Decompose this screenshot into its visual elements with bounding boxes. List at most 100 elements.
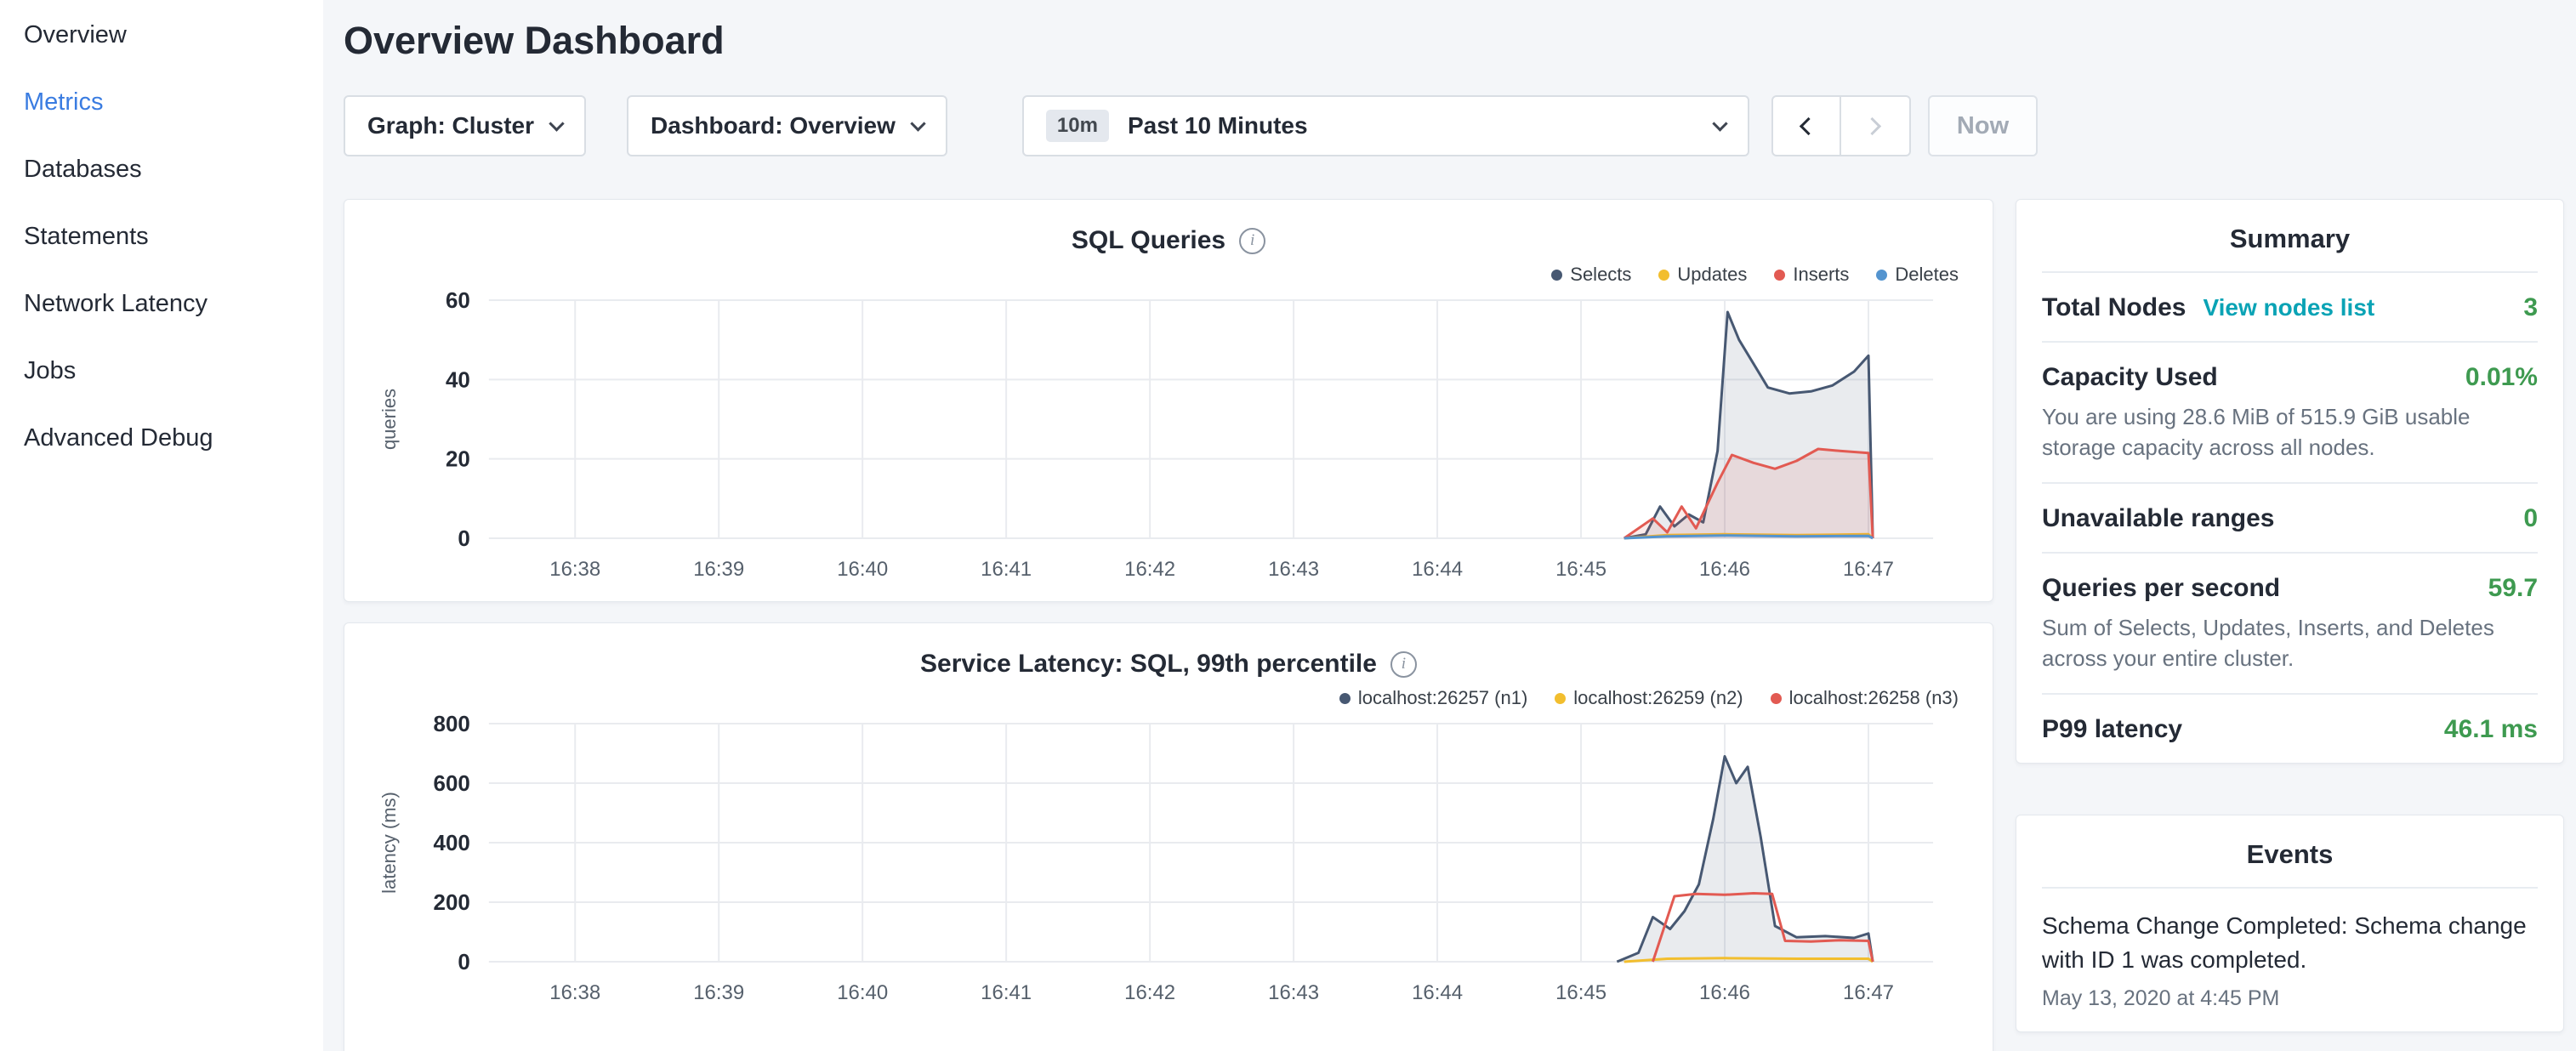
svg-text:16:40: 16:40 <box>837 558 888 581</box>
sql-queries-chart-plot[interactable]: 020406016:3816:3916:4016:4116:4216:4316:… <box>370 290 1967 588</box>
legend-label: Deletes <box>1895 264 1959 286</box>
sql-queries-chart-card: SQL Queries i Selects Updates Inserts Delet… <box>344 199 1993 602</box>
svg-text:0: 0 <box>458 949 469 974</box>
events-card: Events Schema Change Completed: Schema c… <box>2016 815 2564 1032</box>
event-list-item[interactable]: Schema Change Completed: Schema change w… <box>2042 889 2538 1031</box>
summary-card: Summary Total Nodes View nodes list 3 Ca… <box>2016 199 2564 764</box>
app-root: Overview Metrics Databases Statements Ne… <box>0 0 2576 1051</box>
legend-dot-icon <box>1551 270 1562 281</box>
main-content: Overview Dashboard Graph: Cluster Dashbo… <box>323 0 2576 1051</box>
time-step-buttons <box>1771 95 1911 156</box>
legend-label: localhost:26259 (n2) <box>1573 687 1743 709</box>
legend-item[interactable]: Inserts <box>1774 264 1849 286</box>
summary-value: 0 <box>2523 504 2538 533</box>
legend-dot-icon <box>1339 693 1351 704</box>
sidebar-item-databases[interactable]: Databases <box>0 136 323 203</box>
legend-item[interactable]: Deletes <box>1876 264 1959 286</box>
events-heading: Events <box>2042 815 2538 889</box>
svg-text:800: 800 <box>434 713 470 736</box>
chart-title-row: SQL Queries i <box>370 222 1967 259</box>
chart-title-row: Service Latency: SQL, 99th percentile i <box>370 645 1967 683</box>
dashboard-selector-label: Dashboard: Overview <box>651 112 896 139</box>
svg-text:16:39: 16:39 <box>693 981 744 1004</box>
legend-item[interactable]: localhost:26259 (n2) <box>1555 687 1743 709</box>
svg-text:16:44: 16:44 <box>1412 558 1463 581</box>
sidebar-item-advanced-debug[interactable]: Advanced Debug <box>0 405 323 472</box>
legend-label: Updates <box>1677 264 1747 286</box>
legend-item[interactable]: localhost:26258 (n3) <box>1771 687 1959 709</box>
summary-row-queries-per-second: Queries per second 59.7 Sum of Selects, … <box>2042 554 2538 695</box>
service-latency-chart-plot[interactable]: 020040060080016:3816:3916:4016:4116:4216… <box>370 713 1967 1011</box>
legend-dot-icon <box>1771 693 1782 704</box>
svg-text:16:46: 16:46 <box>1699 558 1750 581</box>
legend-dot-icon <box>1876 270 1887 281</box>
legend-dot-icon <box>1658 270 1669 281</box>
chart-legend: localhost:26257 (n1) localhost:26259 (n2)… <box>370 683 1967 713</box>
svg-text:200: 200 <box>434 889 470 915</box>
legend-dot-icon <box>1555 693 1566 704</box>
svg-text:16:42: 16:42 <box>1124 558 1175 581</box>
svg-text:queries: queries <box>378 389 400 450</box>
svg-text:16:38: 16:38 <box>549 558 600 581</box>
summary-value: 0.01% <box>2465 363 2538 392</box>
svg-text:60: 60 <box>446 290 470 313</box>
svg-text:16:41: 16:41 <box>981 558 1032 581</box>
sidebar-item-network-latency[interactable]: Network Latency <box>0 270 323 338</box>
sidebar-item-statements[interactable]: Statements <box>0 203 323 270</box>
svg-text:16:47: 16:47 <box>1843 981 1894 1004</box>
svg-text:16:42: 16:42 <box>1124 981 1175 1004</box>
charts-column: SQL Queries i Selects Updates Inserts Delet… <box>344 199 1993 1051</box>
summary-label: Capacity Used <box>2042 363 2218 392</box>
legend-item[interactable]: Updates <box>1658 264 1747 286</box>
now-button[interactable]: Now <box>1928 95 2038 156</box>
summary-label: P99 latency <box>2042 715 2182 744</box>
service-latency-chart-card: Service Latency: SQL, 99th percentile i … <box>344 622 1993 1051</box>
graph-selector-label: Graph: Cluster <box>367 112 534 139</box>
summary-row-p99-latency: P99 latency 46.1 ms <box>2042 695 2538 763</box>
legend-item[interactable]: Selects <box>1551 264 1631 286</box>
legend-dot-icon <box>1774 270 1785 281</box>
view-nodes-list-link[interactable]: View nodes list <box>2203 294 2374 321</box>
summary-label: Unavailable ranges <box>2042 504 2274 533</box>
time-window-badge: 10m <box>1046 110 1109 142</box>
summary-description: Sum of Selects, Updates, Inserts, and De… <box>2042 613 2538 674</box>
event-timestamp: May 13, 2020 at 4:45 PM <box>2042 986 2538 1011</box>
svg-text:600: 600 <box>434 770 470 796</box>
svg-text:20: 20 <box>446 446 470 472</box>
chevron-down-icon <box>1712 116 1727 131</box>
summary-label: Total Nodes <box>2042 293 2186 322</box>
svg-text:0: 0 <box>458 526 469 551</box>
summary-row-total-nodes: Total Nodes View nodes list 3 <box>2042 273 2538 343</box>
dashboard-selector-dropdown[interactable]: Dashboard: Overview <box>627 95 947 156</box>
info-icon[interactable]: i <box>1390 651 1417 678</box>
chart-title: SQL Queries <box>1072 226 1225 255</box>
svg-text:16:39: 16:39 <box>693 558 744 581</box>
svg-text:16:46: 16:46 <box>1699 981 1750 1004</box>
info-icon[interactable]: i <box>1239 228 1265 254</box>
chevron-left-icon <box>1800 116 1817 134</box>
event-message: Schema Change Completed: Schema change w… <box>2042 909 2538 978</box>
svg-text:16:45: 16:45 <box>1555 558 1606 581</box>
time-window-label: Past 10 Minutes <box>1128 112 1308 139</box>
right-column: Summary Total Nodes View nodes list 3 Ca… <box>2016 199 2564 1032</box>
svg-text:16:47: 16:47 <box>1843 558 1894 581</box>
chevron-right-icon <box>1863 116 1881 134</box>
toolbar: Graph: Cluster Dashboard: Overview 10m P… <box>344 95 2556 156</box>
summary-label: Queries per second <box>2042 574 2280 603</box>
sidebar-item-metrics[interactable]: Metrics <box>0 69 323 136</box>
summary-row-unavailable-ranges: Unavailable ranges 0 <box>2042 484 2538 554</box>
legend-label: localhost:26258 (n3) <box>1789 687 1959 709</box>
sidebar-item-jobs[interactable]: Jobs <box>0 338 323 405</box>
summary-description: You are using 28.6 MiB of 515.9 GiB usab… <box>2042 402 2538 463</box>
time-step-forward-button[interactable] <box>1841 95 1911 156</box>
time-window-dropdown[interactable]: 10m Past 10 Minutes <box>1022 95 1749 156</box>
summary-value: 46.1 ms <box>2444 715 2538 744</box>
svg-text:16:41: 16:41 <box>981 981 1032 1004</box>
legend-label: localhost:26257 (n1) <box>1358 687 1527 709</box>
graph-selector-dropdown[interactable]: Graph: Cluster <box>344 95 586 156</box>
time-step-back-button[interactable] <box>1771 95 1841 156</box>
svg-text:400: 400 <box>434 830 470 855</box>
summary-value: 3 <box>2523 293 2538 322</box>
sidebar-item-overview[interactable]: Overview <box>0 2 323 69</box>
legend-item[interactable]: localhost:26257 (n1) <box>1339 687 1527 709</box>
